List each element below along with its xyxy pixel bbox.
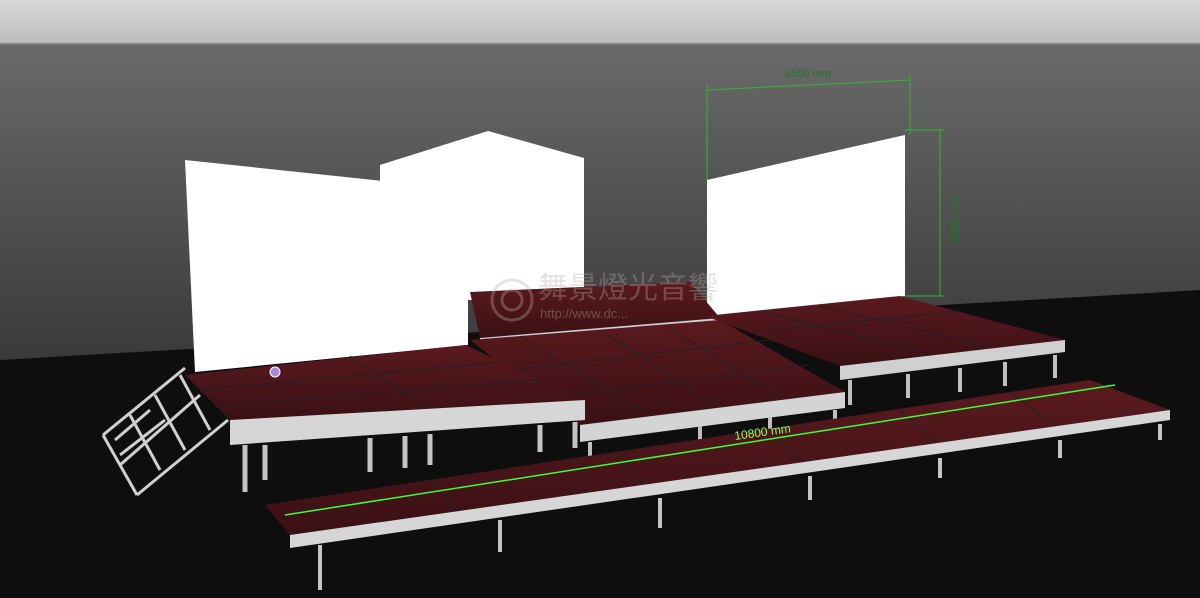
left-screen xyxy=(185,160,468,372)
watermark-url-text: http://www.dc... xyxy=(540,306,628,321)
stage-render-scene: 3500 mm 3500 mm 10800 mm 舞景燈光音響 http://w… xyxy=(0,0,1200,598)
cursor-marker xyxy=(269,366,281,378)
watermark-brand-text: 舞景燈光音響 xyxy=(538,271,718,306)
dimension-height-label: 3500 mm xyxy=(949,196,961,242)
dimension-width-label: 3500 mm xyxy=(785,68,831,80)
